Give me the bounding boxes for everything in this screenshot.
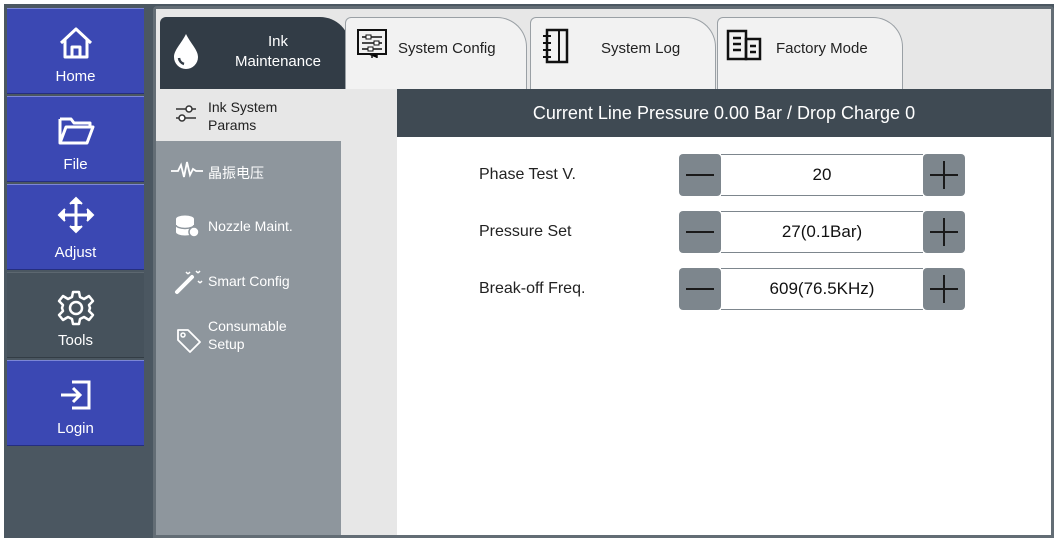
notebook-icon xyxy=(541,28,571,69)
tab-bar: Ink Maintenance System Config System Log … xyxy=(156,9,1051,89)
move-arrows-icon xyxy=(7,195,144,234)
tag-icon xyxy=(174,327,202,356)
break-off-freq-stepper: 609(76.5KHz) xyxy=(679,268,965,310)
decrement-button[interactable] xyxy=(679,154,721,196)
increment-button[interactable] xyxy=(923,268,965,310)
nav-login-button[interactable]: Login xyxy=(7,360,144,446)
nozzle-icon xyxy=(174,214,200,241)
tab-system-log[interactable]: System Log xyxy=(530,17,716,89)
increment-button[interactable] xyxy=(923,211,965,253)
nav-tools-label: Tools xyxy=(57,332,94,349)
param-row-pressure-set: Pressure Set 27(0.1Bar) xyxy=(397,211,1051,253)
factory-building-icon xyxy=(726,28,764,67)
gear-icon xyxy=(7,289,144,326)
nav-adjust-button[interactable]: Adjust xyxy=(7,184,144,270)
subnav-ink-system-params[interactable]: Ink System Params xyxy=(156,89,341,141)
waveform-icon xyxy=(170,159,204,184)
tab-system-log-label: System Log xyxy=(601,40,681,57)
tab-factory-mode[interactable]: Factory Mode xyxy=(717,17,903,89)
subnav-consumable-setup-label: Consumable Setup xyxy=(208,318,287,352)
magic-wand-icon xyxy=(174,269,204,298)
nav-login-label: Login xyxy=(57,420,94,437)
minus-icon xyxy=(686,231,714,233)
nav-home-label: Home xyxy=(55,68,96,85)
content-area: Current Line Pressure 0.00 Bar / Drop Ch… xyxy=(397,89,1051,535)
tab-system-config-label: System Config xyxy=(398,40,496,57)
tab-ink-maintenance-label: Ink Maintenance xyxy=(235,33,321,70)
nav-file-label: File xyxy=(63,156,88,173)
left-nav: Home File Adjust Tools Login xyxy=(4,4,146,538)
tab-ink-maintenance[interactable]: Ink Maintenance xyxy=(160,17,350,89)
subnav-crystal-voltage[interactable]: 晶振电压 xyxy=(156,144,341,199)
increment-button[interactable] xyxy=(923,154,965,196)
nav-adjust-label: Adjust xyxy=(54,244,97,261)
phase-test-value[interactable]: 20 xyxy=(721,154,923,196)
folder-icon xyxy=(7,113,144,149)
sliders-icon xyxy=(174,104,198,127)
pressure-set-value[interactable]: 27(0.1Bar) xyxy=(721,211,923,253)
sub-nav: Ink System Params 晶振电压 Nozzle Maint. Smar… xyxy=(156,89,341,535)
minus-icon xyxy=(686,174,714,176)
tab-factory-mode-label: Factory Mode xyxy=(776,40,868,57)
main-panel: Ink Maintenance System Config System Log … xyxy=(153,6,1054,538)
subnav-smart-config[interactable]: Smart Config xyxy=(156,254,341,309)
status-bar: Current Line Pressure 0.00 Bar / Drop Ch… xyxy=(397,89,1051,137)
subnav-nozzle-maint-label: Nozzle Maint. xyxy=(208,218,293,234)
pressure-set-stepper: 27(0.1Bar) xyxy=(679,211,965,253)
ink-drop-icon xyxy=(171,32,201,75)
config-sliders-icon xyxy=(356,28,388,65)
home-icon xyxy=(7,25,144,61)
subnav-crystal-voltage-label: 晶振电压 xyxy=(208,166,264,182)
break-off-freq-value[interactable]: 609(76.5KHz) xyxy=(721,268,923,310)
spacer xyxy=(341,89,397,535)
nav-tools-button[interactable]: Tools xyxy=(7,272,144,358)
nav-home-button[interactable]: Home xyxy=(7,8,144,94)
phase-test-stepper: 20 xyxy=(679,154,965,196)
decrement-button[interactable] xyxy=(679,211,721,253)
param-label: Phase Test V. xyxy=(479,166,576,183)
param-label: Break-off Freq. xyxy=(479,280,586,297)
param-label: Pressure Set xyxy=(479,223,572,240)
param-row-break-off-freq: Break-off Freq. 609(76.5KHz) xyxy=(397,268,1051,310)
subnav-ink-system-params-label: Ink System Params xyxy=(208,99,278,133)
nav-file-button[interactable]: File xyxy=(7,96,144,182)
param-row-phase-test: Phase Test V. 20 xyxy=(397,154,1051,196)
subnav-nozzle-maint[interactable]: Nozzle Maint. xyxy=(156,199,341,254)
minus-icon xyxy=(686,288,714,290)
tab-system-config[interactable]: System Config xyxy=(345,17,527,89)
subnav-smart-config-label: Smart Config xyxy=(208,273,290,289)
decrement-button[interactable] xyxy=(679,268,721,310)
login-icon xyxy=(7,377,144,413)
subnav-consumable-setup[interactable]: Consumable Setup xyxy=(156,309,341,369)
